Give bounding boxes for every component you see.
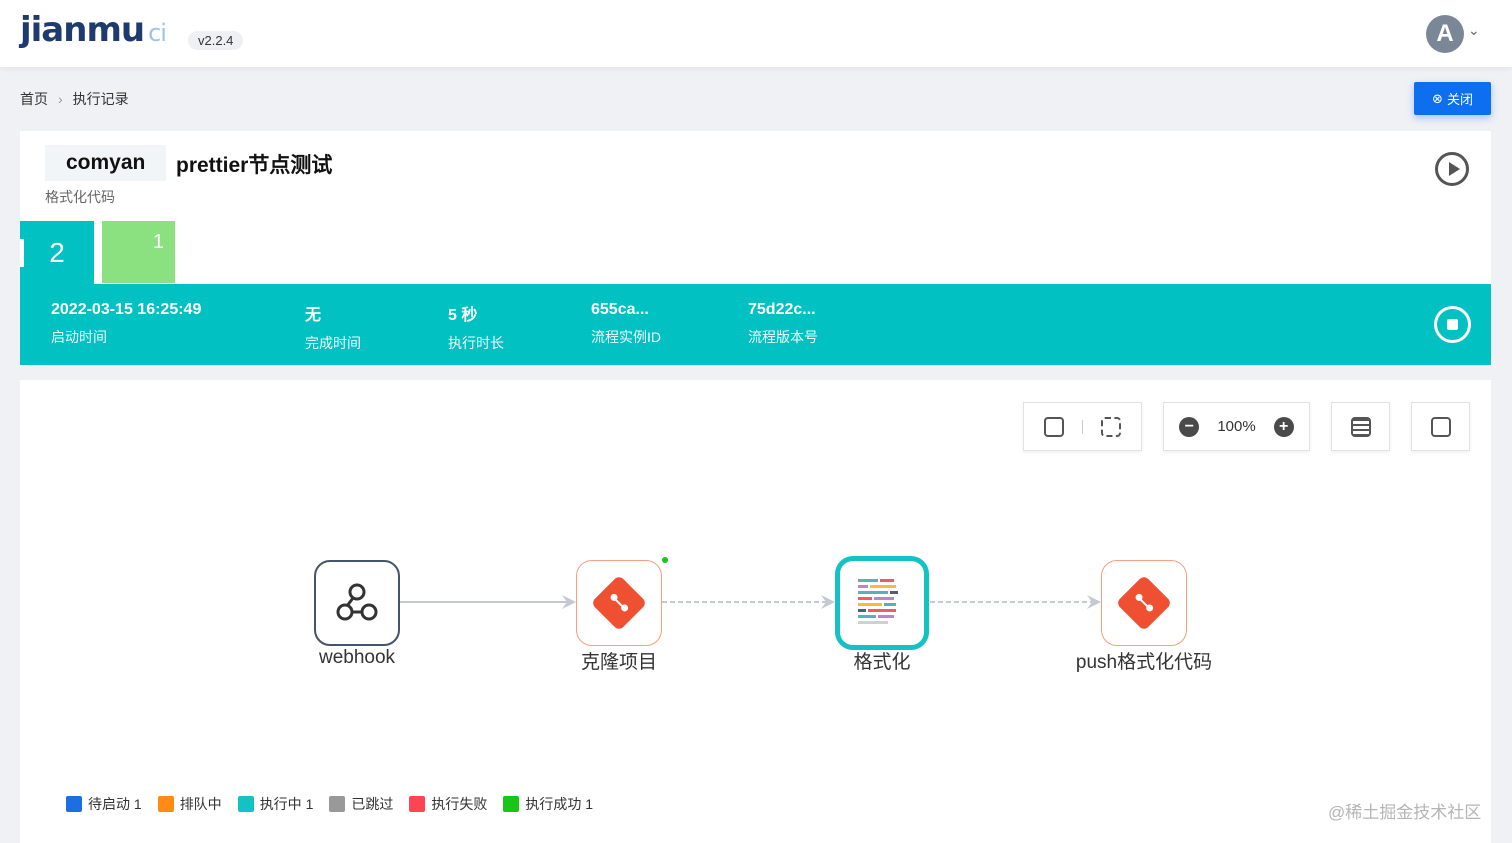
legend-label: 已跳过 [351, 796, 394, 812]
logo-ci-text: ci [148, 19, 167, 47]
instance-id-value[interactable]: 655ca... [591, 301, 661, 319]
node-webhook[interactable] [314, 560, 400, 646]
breadcrumb-current: 执行记录 [72, 91, 129, 107]
workflow-owner: comyan [45, 145, 167, 181]
duration-value: 5 秒 [448, 307, 478, 324]
avatar[interactable]: A [1426, 15, 1464, 53]
start-time: 2022-03-15 16:25:49 启动时间 [51, 301, 201, 347]
end-time: 无 完成时间 [305, 301, 361, 353]
version-no-label: 流程版本号 [748, 329, 818, 345]
record-tab[interactable]: 1 [102, 221, 175, 283]
edge-arrow [1087, 595, 1101, 609]
duration-label: 执行时长 [448, 335, 504, 351]
node-format[interactable] [835, 556, 929, 650]
chevron-right-icon: › [58, 91, 63, 107]
start-time-label: 启动时间 [51, 329, 107, 345]
dag-canvas[interactable]: − 100% + webhook 克隆项目 格式化 push格式化代码 待启动 … [20, 380, 1491, 843]
end-time-label: 完成时间 [305, 335, 361, 351]
status-legend: 待启动 1 排队中 执行中 1 已跳过 执行失败 执行成功 1 [66, 794, 593, 814]
legend-label: 执行成功 1 [525, 796, 594, 812]
workflow-name: prettier节点测试 [176, 154, 333, 177]
legend-swatch [329, 796, 346, 812]
close-button[interactable]: ⊗ 关闭 [1414, 82, 1491, 115]
node-clone[interactable] [576, 560, 662, 646]
workflow-card: comyan prettier节点测试 格式化代码 2 1 2022-03-15… [20, 131, 1491, 365]
jianmu-logo[interactable]: jianmu ci [20, 10, 167, 50]
close-button-label: 关闭 [1446, 92, 1473, 107]
success-dot [662, 557, 668, 563]
instance-id-label: 流程实例ID [591, 329, 661, 345]
logo-text: jianmu [20, 10, 145, 50]
webhook-icon [336, 583, 378, 621]
legend-label: 待启动 1 [88, 796, 142, 812]
legend-label: 排队中 [179, 796, 222, 812]
legend-swatch [503, 796, 520, 812]
prettier-icon [858, 579, 898, 624]
version-no: 75d22c... 流程版本号 [748, 301, 818, 347]
dag-edges [400, 557, 1101, 609]
git-icon [590, 574, 648, 632]
workflow-description: 格式化代码 [45, 189, 115, 205]
legend-swatch [66, 796, 82, 812]
node-label-format: 格式化 [853, 652, 911, 673]
legend-item: 执行成功 1 [503, 794, 593, 814]
record-tab-active[interactable]: 2 [20, 221, 94, 285]
node-label-clone: 克隆项目 [580, 652, 657, 673]
legend-item: 执行失败 [409, 794, 487, 814]
instance-id: 655ca... 流程实例ID [591, 301, 661, 347]
version-no-value[interactable]: 75d22c... [748, 301, 818, 319]
breadcrumb-home[interactable]: 首页 [20, 89, 48, 109]
top-bar: jianmu ci v2.2.4 A ⌄ [0, 0, 1512, 67]
legend-item: 执行中 1 [237, 794, 314, 814]
end-time-value: 无 [305, 307, 322, 324]
chevron-down-icon[interactable]: ⌄ [1468, 22, 1480, 39]
node-label-webhook: webhook [318, 647, 396, 668]
breadcrumb: 首页 › 执行记录 [20, 89, 129, 109]
duration: 5 秒 执行时长 [448, 301, 504, 353]
legend-item: 排队中 [157, 794, 222, 814]
legend-label: 执行中 1 [259, 796, 314, 812]
node-label-push: push格式化代码 [1075, 652, 1213, 673]
node-push[interactable] [1101, 560, 1187, 646]
stop-icon[interactable] [1434, 306, 1471, 343]
legend-swatch [157, 796, 174, 812]
play-icon[interactable] [1435, 152, 1469, 186]
legend-item: 已跳过 [329, 794, 393, 814]
legend-swatch [237, 796, 254, 812]
start-time-value: 2022-03-15 16:25:49 [51, 301, 202, 318]
close-circle-icon: ⊗ [1432, 90, 1443, 106]
legend-swatch [409, 796, 426, 812]
git-icon [1115, 574, 1173, 632]
legend-item: 待启动 1 [66, 794, 142, 814]
run-info-bar: 2022-03-15 16:25:49 启动时间 无 完成时间 5 秒 执行时长… [20, 284, 1491, 365]
watermark: @稀土掘金技术社区 [1328, 803, 1482, 822]
legend-label: 执行失败 [431, 796, 488, 812]
version-badge: v2.2.4 [188, 31, 244, 50]
